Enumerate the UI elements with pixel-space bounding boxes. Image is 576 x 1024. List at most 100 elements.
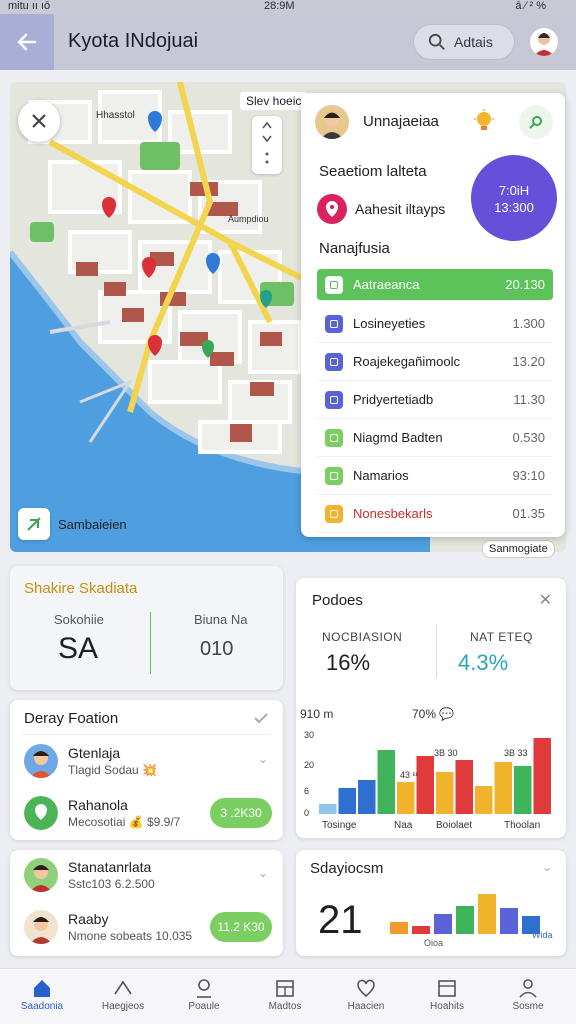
syday-chart: Oioa Wida — [390, 894, 553, 948]
contact-value-pill[interactable]: 11.2 K30 — [210, 912, 272, 942]
nav-label: Hoahits — [430, 1001, 464, 1012]
station-row-value: 1.300 — [512, 316, 545, 331]
station-row-label: Losineyeties — [353, 316, 426, 331]
nav-item-haegjeos[interactable]: Haegjeos — [83, 977, 163, 1012]
station-row-label: Nonesbekarls — [353, 506, 433, 521]
search-icon — [529, 116, 542, 129]
nav-label: Haacien — [347, 1001, 385, 1012]
chart-category-label: Tosinge — [322, 820, 357, 831]
station-avatar — [315, 105, 349, 139]
nav-item-madtos[interactable]: Madtos — [245, 977, 325, 1012]
nav-item-sosme[interactable]: Sosme — [488, 977, 568, 1012]
station-time-line2: 13:300 — [494, 200, 534, 215]
nav-item-poaule[interactable]: Poaule — [164, 977, 244, 1012]
list-square-icon — [325, 466, 343, 485]
station-list-row[interactable]: Pridyertetiadb 11.30 — [317, 381, 553, 419]
syday-bar — [434, 914, 452, 934]
station-list-row[interactable]: Niagmd Badten 0.530 — [317, 419, 553, 457]
nav-label: Poaule — [188, 1001, 220, 1012]
chart-annotation: 70% 💬 — [412, 707, 454, 721]
summary-label-2: Biuna Na — [194, 612, 248, 627]
user-avatar[interactable] — [530, 28, 558, 56]
station-time-circle: 7:0iH 13:300 — [471, 155, 557, 241]
station-list-title: Nanajfusia — [319, 240, 390, 257]
close-icon[interactable]: ✕ — [539, 590, 552, 610]
syday-axis-label: Wida — [532, 930, 553, 940]
nav-label: Sosme — [512, 1001, 544, 1012]
chart-bar — [533, 738, 551, 814]
chart-bar — [416, 756, 434, 814]
contact-person-1[interactable]: Stanatanrlata Sstc103 6.2.500 — [24, 858, 155, 892]
bar-chart: 910 m 70% 💬 30 20 6 0 43 ᵋᵋ 3B 30 3B 33 Tosinge Na… — [300, 707, 551, 831]
chart-bar — [514, 766, 532, 814]
contact-person-2[interactable]: Raaby Nmone sobeats 10.035 — [24, 910, 192, 944]
map-street-label-2: Aumpdiou — [228, 214, 269, 224]
podoes-label-1: NOCBIASION — [322, 630, 403, 644]
station-list-row[interactable]: Nonesbekarls 01.35 — [317, 495, 553, 533]
nav-item-saadonia[interactable]: Saadonia — [2, 977, 82, 1012]
chart-bar — [436, 772, 454, 814]
summary-value-1: SA — [58, 632, 99, 665]
delay-person-2[interactable]: Rahanola Mecosotiai 💰 $9.9/7 — [24, 796, 180, 830]
podoes-card: Podoes ✕ NOCBIASION 16% NAT ETEQ 4.3% 91… — [296, 578, 566, 838]
page-title: Kyota INdojuai — [68, 30, 199, 52]
heart-icon — [357, 979, 375, 998]
syday-value: 21 — [318, 898, 363, 942]
delay-person-1[interactable]: Gtenlaja Tlagid Sodau 💥 — [24, 744, 157, 778]
syday-title: Sdayiocsm — [310, 860, 384, 877]
profile-icon — [519, 979, 537, 998]
home-icon — [34, 980, 50, 997]
syday-bar — [478, 894, 496, 934]
close-icon — [32, 114, 46, 128]
person-sub: Mecosotiai 💰 $9.9/7 — [68, 815, 181, 829]
contacts-card: Stanatanrlata Sstc103 6.2.500 ⌄ Raaby Nm… — [10, 850, 283, 956]
chart-bar — [494, 762, 512, 814]
person-avatar-icon — [24, 744, 58, 778]
back-button[interactable] — [0, 14, 54, 70]
person-sub: Nmone sobeats 10.035 — [68, 929, 193, 943]
chevron-down-icon[interactable]: ⌄ — [258, 752, 268, 766]
chart-bar — [338, 788, 356, 814]
user-avatar-icon — [534, 33, 554, 56]
station-list-row[interactable]: Roajekegañimoolc 13.20 — [317, 343, 553, 381]
map-zoom-control[interactable] — [252, 116, 282, 174]
station-row-label: Niagmd Badten — [353, 430, 443, 445]
check-icon[interactable] — [253, 710, 269, 726]
chart-annotation: 0 — [304, 808, 309, 818]
summary-value-2: 010 — [200, 638, 234, 660]
station-list-row[interactable]: Losineyeties 1.300 — [317, 305, 553, 343]
station-list-row[interactable]: Aatraeanca 20.130 — [317, 269, 553, 301]
station-row-value: 93:10 — [512, 468, 545, 483]
station-row-label: Aatraeanca — [353, 277, 420, 292]
podoes-title: Podoes — [312, 592, 363, 609]
station-locate-button[interactable] — [519, 105, 553, 139]
person-sub: Tlagid Sodau 💥 — [68, 763, 157, 777]
location-pin-icon — [317, 194, 347, 224]
station-list-row[interactable]: Namarios 93:10 — [317, 457, 553, 495]
person-icon — [197, 979, 211, 998]
station-row-value: 01.35 — [512, 506, 545, 521]
person-name: Rahanola — [68, 797, 128, 813]
chart-bar — [377, 750, 395, 814]
chevron-down-icon[interactable]: ⌄ — [258, 866, 268, 880]
inbox-icon — [438, 980, 456, 997]
bulb-icon[interactable] — [473, 109, 495, 140]
nav-item-haacien[interactable]: Haacien — [326, 977, 406, 1012]
map-attribution[interactable]: Sanmogiate — [482, 540, 555, 558]
person-avatar-icon — [315, 105, 349, 139]
delay-title: Deray Foation — [24, 710, 119, 727]
chart-category-label: Naa — [394, 820, 413, 831]
delay-value-pill[interactable]: 3 .2K30 — [210, 798, 272, 828]
list-square-icon — [325, 428, 343, 447]
station-list: Aatraeanca 20.130 Losineyeties 1.300 Roajeke… — [317, 269, 553, 533]
summary-card: Shakire Skadiata Sokohiie SA Biuna Na 01… — [10, 566, 283, 690]
map-legend[interactable]: Sambaieien — [18, 508, 127, 540]
chart-category-label: Boiolaet — [436, 820, 472, 831]
nav-label: Madtos — [268, 1001, 302, 1012]
nav-item-hoahits[interactable]: Hoahits — [407, 977, 487, 1012]
map-close-button[interactable] — [18, 100, 60, 142]
compass-icon — [262, 121, 272, 164]
search-button[interactable]: Adtais — [413, 24, 515, 60]
chevron-down-icon[interactable]: ⌄ — [542, 860, 552, 874]
station-row-label: Namarios — [353, 468, 409, 483]
